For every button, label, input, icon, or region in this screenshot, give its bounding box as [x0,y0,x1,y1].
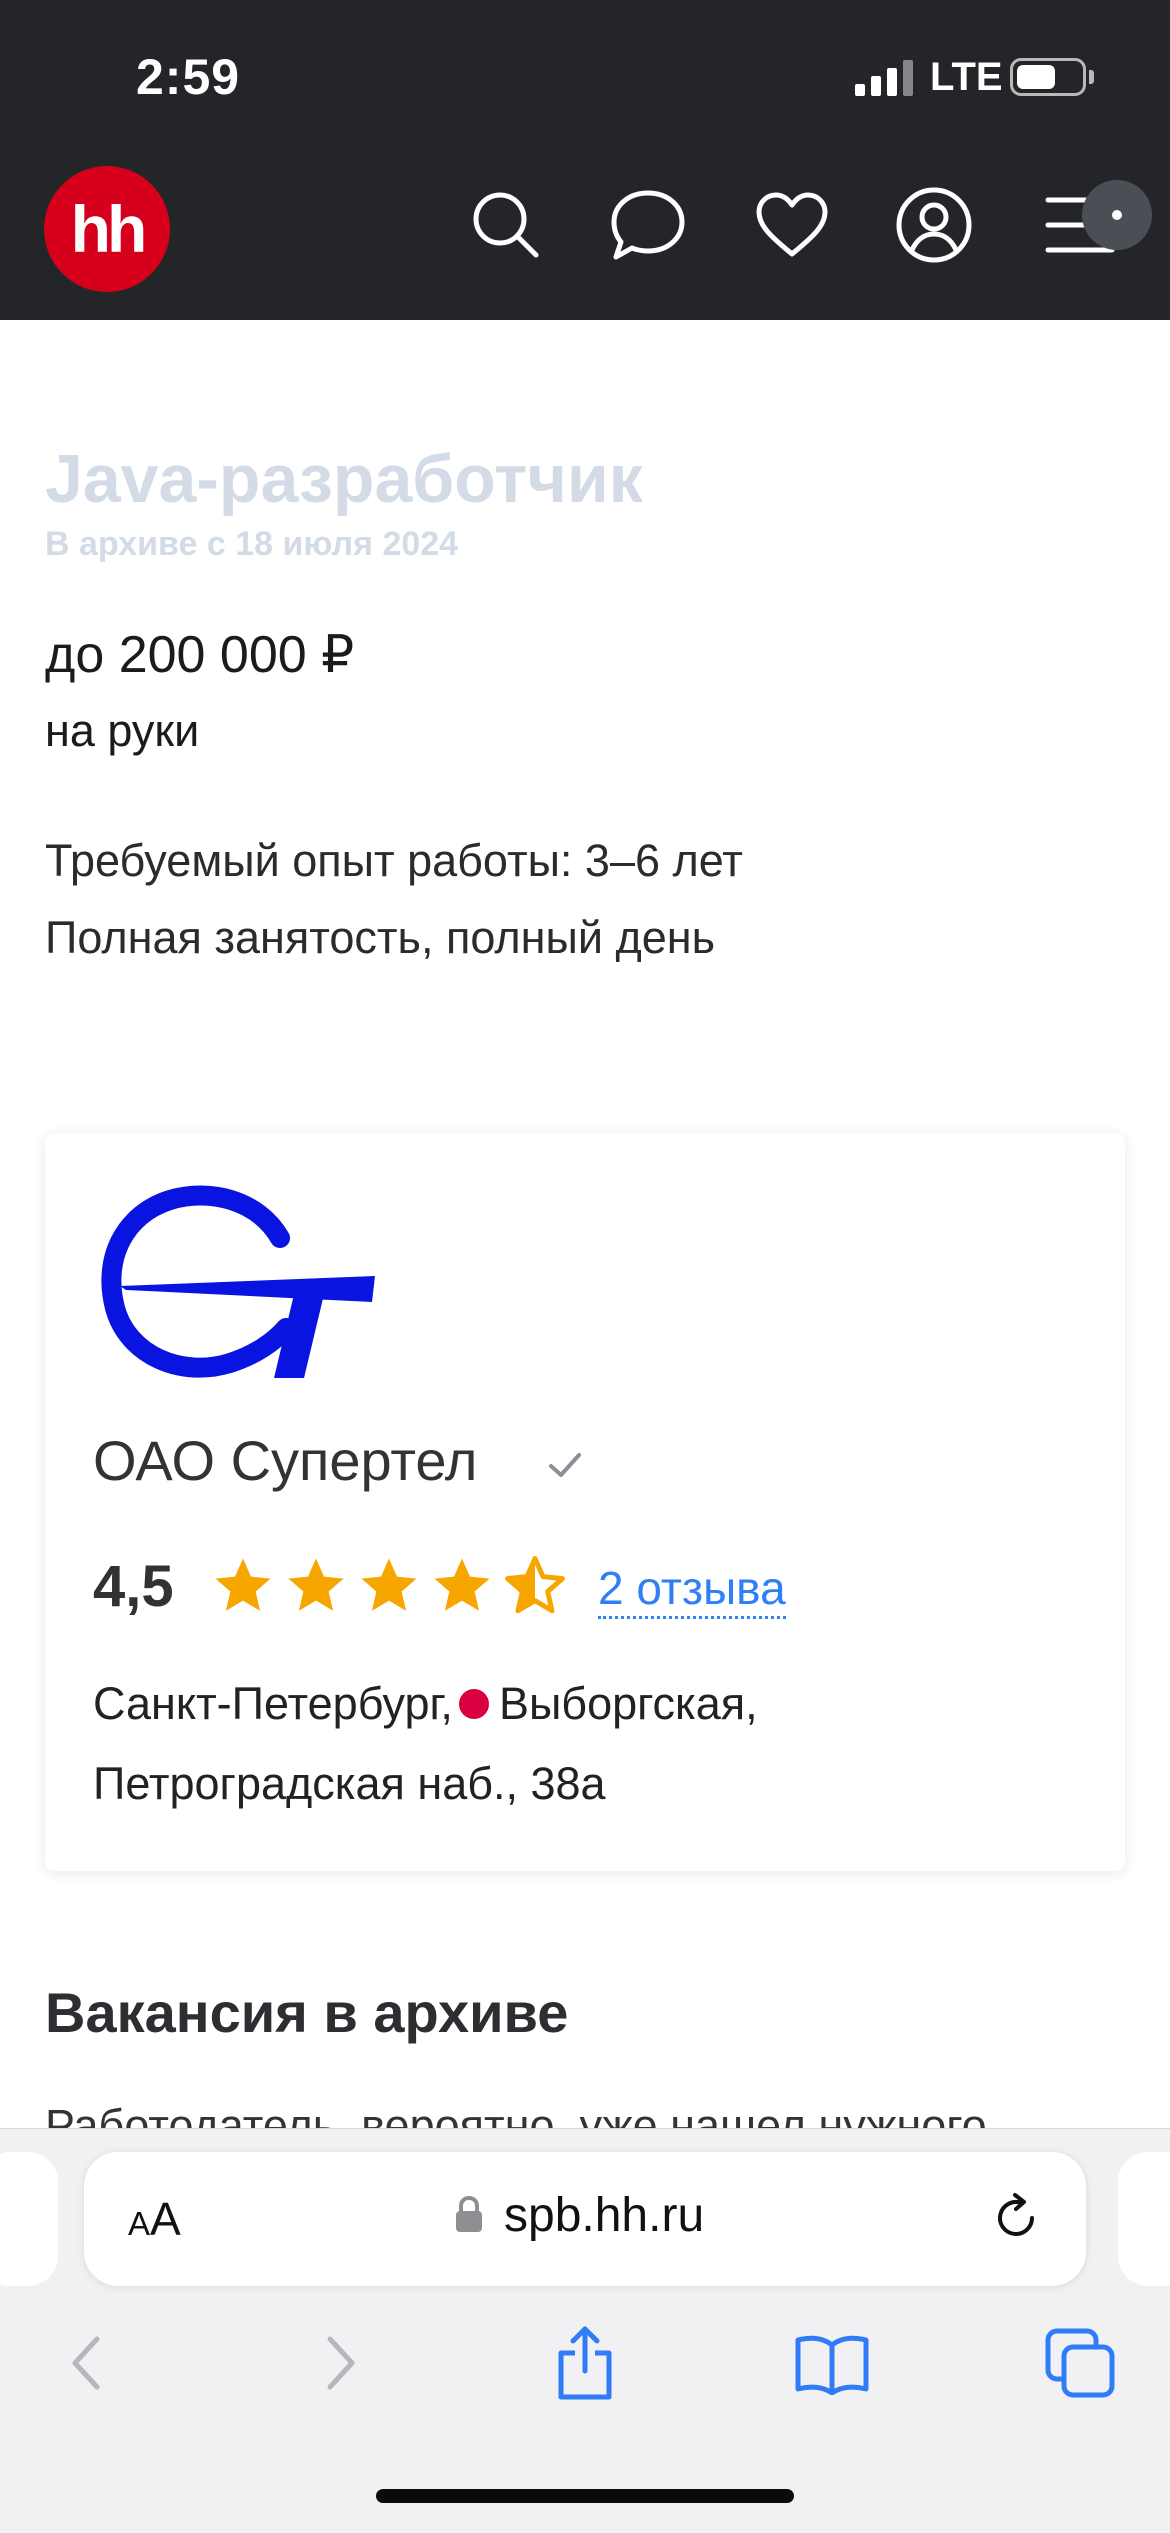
url-text[interactable]: spb.hh.ru [504,2188,704,2243]
status-time: 2:59 [136,49,241,105]
back-icon[interactable] [47,2323,127,2403]
reload-icon[interactable] [988,2190,1044,2246]
address-bar[interactable]: AA spb.hh.ru [84,2152,1086,2286]
search-icon[interactable] [466,185,546,265]
text-size-button[interactable]: AA [128,2192,181,2246]
previous-tab-preview[interactable] [0,2152,58,2286]
archive-heading: Вакансия в архиве [45,1981,569,2044]
home-indicator [376,2489,794,2503]
rating-stars [210,1553,575,1617]
address-line-1: Санкт-Петербург, Выборгская, [93,1678,758,1730]
half-star-icon [505,1556,565,1614]
share-icon[interactable] [545,2323,625,2403]
salary-note: на руки [45,705,200,756]
lock-icon [454,2194,484,2234]
battery-nub [1089,70,1094,84]
company-card[interactable]: ОАО Супертел 4,5 2 отзыва Санкт-Петербур… [45,1133,1125,1871]
salary: до 200 000 ₽ [45,626,355,684]
experience-requirement: Требуемый опыт работы: 3–6 лет [45,835,743,886]
metro-station: Выборгская, [498,1678,758,1729]
company-name[interactable]: ОАО Супертел [93,1428,477,1493]
archive-date: В архиве с 18 июля 2024 [45,525,459,563]
battery-icon [1010,58,1086,96]
profile-icon[interactable] [894,185,974,265]
tabs-icon[interactable] [1040,2323,1120,2403]
reviews-link[interactable]: 2 отзыва [598,1561,786,1620]
bookmarks-icon[interactable] [792,2323,872,2403]
star-icon [361,1558,417,1611]
chat-icon[interactable] [608,185,688,265]
heart-icon[interactable] [752,185,832,265]
address-city: Санкт-Петербург, [93,1678,453,1729]
next-tab-preview[interactable] [1118,2152,1170,2286]
forward-icon[interactable] [300,2323,380,2403]
metro-line-dot [458,1689,489,1720]
address-street: Петроградская наб., 38а [93,1758,606,1809]
employment-type: Полная занятость, полный день [45,912,716,963]
job-title: Java-разработчик [45,441,643,517]
notification-badge [1082,180,1152,250]
company-logo[interactable] [90,1178,375,1388]
rating-value: 4,5 [93,1554,174,1619]
carrier-label: LTE [930,55,1003,99]
verified-check-icon [545,1445,585,1485]
hh-logo[interactable]: hh [44,166,170,292]
star-icon [288,1558,344,1611]
star-icon [215,1558,271,1611]
signal-icon [855,60,915,96]
star-icon [434,1558,490,1611]
